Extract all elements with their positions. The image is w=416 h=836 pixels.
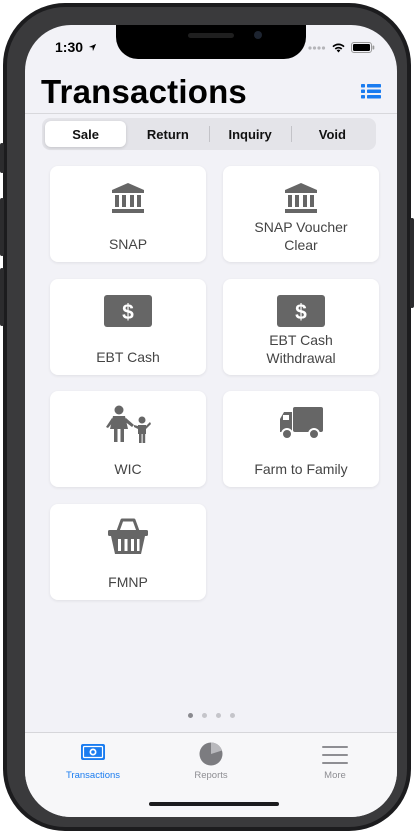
location-arrow-icon (88, 43, 97, 52)
pie-chart-icon (199, 742, 223, 766)
tab-label: More (324, 770, 346, 781)
phone-frame: 1:30 Transactions Sale Return Inquiry Vo… (0, 3, 414, 831)
list-icon (361, 84, 381, 99)
status-time: 1:30 (55, 39, 97, 55)
screen: 1:30 Transactions Sale Return Inquiry Vo… (25, 25, 397, 817)
tile-snap-voucher-clear[interactable]: SNAP Voucher Clear (223, 166, 379, 262)
mother-child-icon (106, 405, 151, 443)
menu-icon (322, 746, 348, 764)
tab-label: Transactions (65, 770, 121, 781)
page-dot (201, 713, 207, 718)
tile-label: SNAP (108, 236, 148, 252)
page-dot (229, 713, 235, 718)
tab-transactions[interactable]: Transactions (31, 739, 155, 787)
tab-label: Reports (194, 770, 228, 781)
tile-label: SNAP Voucher Clear (254, 219, 348, 253)
status-icons (308, 42, 375, 53)
tile-wic[interactable]: WIC (50, 391, 206, 487)
tab-reports[interactable]: Reports (149, 739, 273, 787)
page-title: Transactions (41, 73, 247, 110)
transaction-type-segmented-control: Sale Return Inquiry Void (42, 118, 376, 150)
status-time-text: 1:30 (55, 39, 84, 55)
notch (116, 25, 306, 59)
tab-more[interactable]: More (273, 739, 397, 787)
segment-return[interactable]: Return (127, 121, 208, 147)
header-divider (25, 113, 397, 114)
tile-fmnp[interactable]: FMNP (50, 504, 206, 600)
segment-sale[interactable]: Sale (45, 121, 127, 147)
segment-void[interactable]: Void (292, 121, 373, 147)
basket-icon (108, 518, 148, 554)
list-view-button[interactable] (359, 81, 383, 101)
bank-icon (285, 183, 317, 213)
power-button (410, 218, 414, 308)
tile-snap[interactable]: SNAP (50, 166, 206, 262)
front-camera (254, 31, 262, 39)
tile-label: EBT Cash Withdrawal (266, 332, 336, 366)
truck-icon (280, 407, 323, 440)
bank-icon (112, 183, 144, 213)
cash-icon (81, 744, 105, 760)
tile-label: FMNP (108, 574, 148, 590)
home-indicator[interactable] (149, 802, 279, 806)
tile-label: EBT Cash (96, 349, 160, 365)
tile-label: Farm to Family (254, 461, 348, 477)
segment-inquiry[interactable]: Inquiry (210, 121, 291, 147)
page-dot (215, 713, 221, 718)
tile-ebt-cash[interactable]: $ EBT Cash (50, 279, 206, 375)
volume-down-button (0, 268, 4, 326)
speaker-grill (188, 33, 234, 38)
page-dot (187, 713, 193, 718)
dollar-icon: $ (277, 295, 325, 327)
svg-text:$: $ (122, 301, 134, 324)
mute-switch (0, 143, 4, 173)
signal-dots-icon (308, 45, 326, 50)
tile-label: WIC (114, 461, 142, 477)
battery-icon (351, 42, 375, 53)
tile-ebt-cash-withdrawal[interactable]: $ EBT Cash Withdrawal (223, 279, 379, 375)
page-indicator[interactable] (25, 713, 397, 718)
volume-up-button (0, 198, 4, 256)
wifi-icon (332, 43, 345, 53)
tile-farm-to-family[interactable]: Farm to Family (223, 391, 379, 487)
svg-text:$: $ (295, 301, 307, 324)
dollar-icon: $ (104, 295, 152, 327)
